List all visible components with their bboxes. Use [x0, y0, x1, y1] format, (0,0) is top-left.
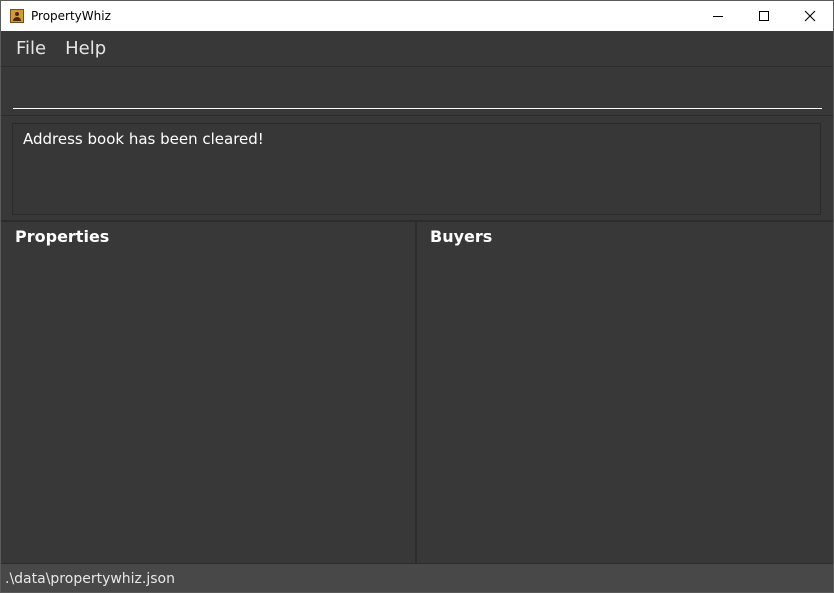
close-icon	[804, 10, 816, 22]
app-icon	[10, 9, 24, 23]
result-display-panel: Address book has been cleared!	[1, 116, 833, 222]
window-controls	[695, 1, 833, 31]
window-title: PropertyWhiz	[31, 9, 111, 23]
minimize-icon	[713, 16, 723, 17]
save-location: .\data\propertywhiz.json	[5, 570, 175, 587]
list-panels: Properties Buyers	[1, 222, 833, 563]
result-message: Address book has been cleared!	[23, 130, 264, 148]
title-bar[interactable]: PropertyWhiz	[1, 1, 833, 31]
result-display[interactable]: Address book has been cleared!	[12, 123, 821, 215]
properties-title: Properties	[15, 227, 110, 246]
menu-file[interactable]: File	[6, 38, 55, 59]
minimize-button[interactable]	[695, 1, 741, 31]
menu-help[interactable]: Help	[55, 38, 115, 59]
properties-panel[interactable]: Properties	[1, 222, 417, 563]
command-box-panel	[1, 67, 833, 116]
buyers-panel[interactable]: Buyers	[417, 222, 833, 563]
maximize-icon	[759, 11, 769, 21]
command-input[interactable]	[13, 75, 822, 109]
maximize-button[interactable]	[741, 1, 787, 31]
status-bar: .\data\propertywhiz.json	[1, 563, 833, 592]
close-button[interactable]	[787, 1, 833, 31]
menu-bar: File Help	[1, 31, 833, 67]
app-window: PropertyWhiz File Help Address book has …	[0, 0, 834, 593]
buyers-title: Buyers	[430, 227, 493, 246]
